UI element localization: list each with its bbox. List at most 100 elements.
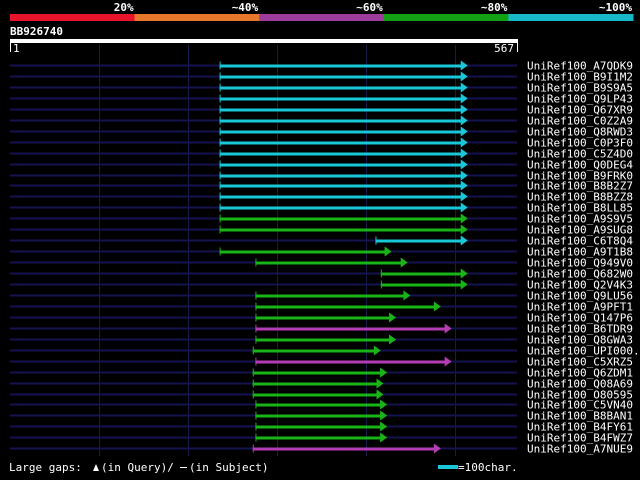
hit-bar (219, 97, 462, 101)
alignment-graphic: 20% ~40% ~60% ~80% ~100% BB926740 1 567 UniR… (9, 1, 640, 474)
hit-arrow-icon (460, 148, 468, 159)
hit-bar (219, 195, 462, 199)
hit-rows: UniRef100_A7QDK9UniRef100_B9I1M2UniRef10… (10, 60, 640, 456)
hit-arrow-icon (384, 246, 392, 257)
hit-arrow-icon (376, 389, 384, 400)
hit-bar (219, 64, 462, 68)
hit-arrow-icon (389, 334, 397, 345)
hit-arrow-icon (460, 137, 468, 148)
hit-arrow-icon (460, 71, 468, 82)
hit-bar (255, 338, 391, 342)
hit-arrow-icon (444, 323, 452, 334)
hit-bar (219, 130, 462, 134)
hit-arrow-icon (389, 312, 397, 323)
hit-bar (255, 403, 382, 407)
hit-arrow-icon (380, 410, 388, 421)
hit-arrow-icon (460, 170, 468, 181)
scale-bar (438, 465, 458, 469)
query-bar (10, 39, 518, 43)
identity-legend-segment (10, 14, 136, 21)
hit-arrow-icon (460, 126, 468, 137)
identity-legend-label: ~100% (599, 1, 632, 14)
hit-arrow-icon (460, 82, 468, 93)
hit-bar (252, 349, 375, 353)
hit-bar (252, 447, 435, 451)
gaps-prefix: Large gaps: (9, 461, 82, 474)
gaps-query-label: (in Query)/ (101, 461, 174, 474)
gaps-subject-label: (in Subject) (189, 461, 268, 474)
hit-arrow-icon (460, 159, 468, 170)
hit-bar (219, 141, 462, 145)
hit-bar (219, 108, 462, 112)
hit-arrow-icon (433, 443, 441, 454)
identity-legend-segment (508, 14, 634, 21)
hit-bar (219, 206, 462, 210)
hit-bar (255, 305, 435, 309)
scale-label: =100char. (458, 461, 518, 474)
hit-bar (375, 239, 462, 243)
hit-bar (255, 316, 391, 320)
hit-bar (255, 360, 446, 364)
hit-arrow-icon (376, 378, 384, 389)
hit-bar (252, 393, 378, 397)
identity-legend-segment (259, 14, 385, 21)
query-start-label: 1 (13, 42, 20, 55)
hit-bar (255, 261, 402, 265)
hit-bar (255, 425, 382, 429)
hit-arrow-icon (460, 60, 468, 71)
hit-arrow-icon (460, 213, 468, 224)
identity-legend (10, 14, 634, 21)
hit-bar (255, 327, 446, 331)
hit-arrow-icon (460, 191, 468, 202)
hit-bar (219, 184, 462, 188)
hit-arrow-icon (460, 180, 468, 191)
hit-bar (380, 283, 462, 287)
identity-legend-label: ~60% (356, 1, 383, 14)
query-name: BB926740 (10, 25, 63, 38)
query-gap-triangle-icon (93, 464, 99, 471)
hit-bar (219, 152, 462, 156)
identity-legend-label: 20% (114, 1, 134, 14)
hit-arrow-icon (433, 301, 441, 312)
hit-arrow-icon (460, 224, 468, 235)
hit-arrow-icon (460, 115, 468, 126)
hit-arrow-icon (380, 421, 388, 432)
hit-bar (219, 250, 386, 254)
hit-arrow-icon (380, 399, 388, 410)
hit-label[interactable]: UniRef100_A7NUE9 (527, 443, 633, 456)
hit-arrow-icon (460, 104, 468, 115)
hit-arrow-icon (380, 432, 388, 443)
hit-arrow-icon (460, 93, 468, 104)
identity-legend-segment (383, 14, 509, 21)
hit-bar (255, 436, 382, 440)
hit-row[interactable]: UniRef100_A7NUE9 (10, 443, 633, 456)
hit-arrow-icon (380, 367, 388, 378)
hit-bar (380, 272, 462, 276)
hit-arrow-icon (460, 268, 468, 279)
hit-bar (219, 228, 462, 232)
query-end-label: 567 (494, 42, 514, 55)
hit-arrow-icon (373, 345, 381, 356)
hit-arrow-icon (460, 279, 468, 290)
hit-bar (252, 371, 382, 375)
hit-bar (255, 414, 382, 418)
blast-overview: 20% ~40% ~60% ~80% ~100% BB926740 1 567 UniR… (0, 0, 640, 476)
hit-bar (252, 382, 378, 386)
hit-bar (219, 75, 462, 79)
hit-bar (219, 217, 462, 221)
hit-bar (219, 163, 462, 167)
hit-bar (219, 119, 462, 123)
identity-legend-segment (134, 14, 260, 21)
identity-legend-label: ~40% (232, 1, 259, 14)
hit-arrow-icon (444, 356, 452, 367)
footer: Large gaps: (in Query)/ (in Subject) =10… (9, 461, 518, 474)
hit-arrow-icon (460, 235, 468, 246)
identity-legend-labels: 20% ~40% ~60% ~80% ~100% (114, 1, 633, 14)
hit-arrow-icon (460, 202, 468, 213)
identity-legend-label: ~80% (481, 1, 508, 14)
hit-bar (219, 174, 462, 178)
hit-arrow-icon (400, 257, 408, 268)
hit-arrow-icon (403, 290, 411, 301)
hit-bar (255, 294, 405, 298)
hit-bar (219, 86, 462, 90)
